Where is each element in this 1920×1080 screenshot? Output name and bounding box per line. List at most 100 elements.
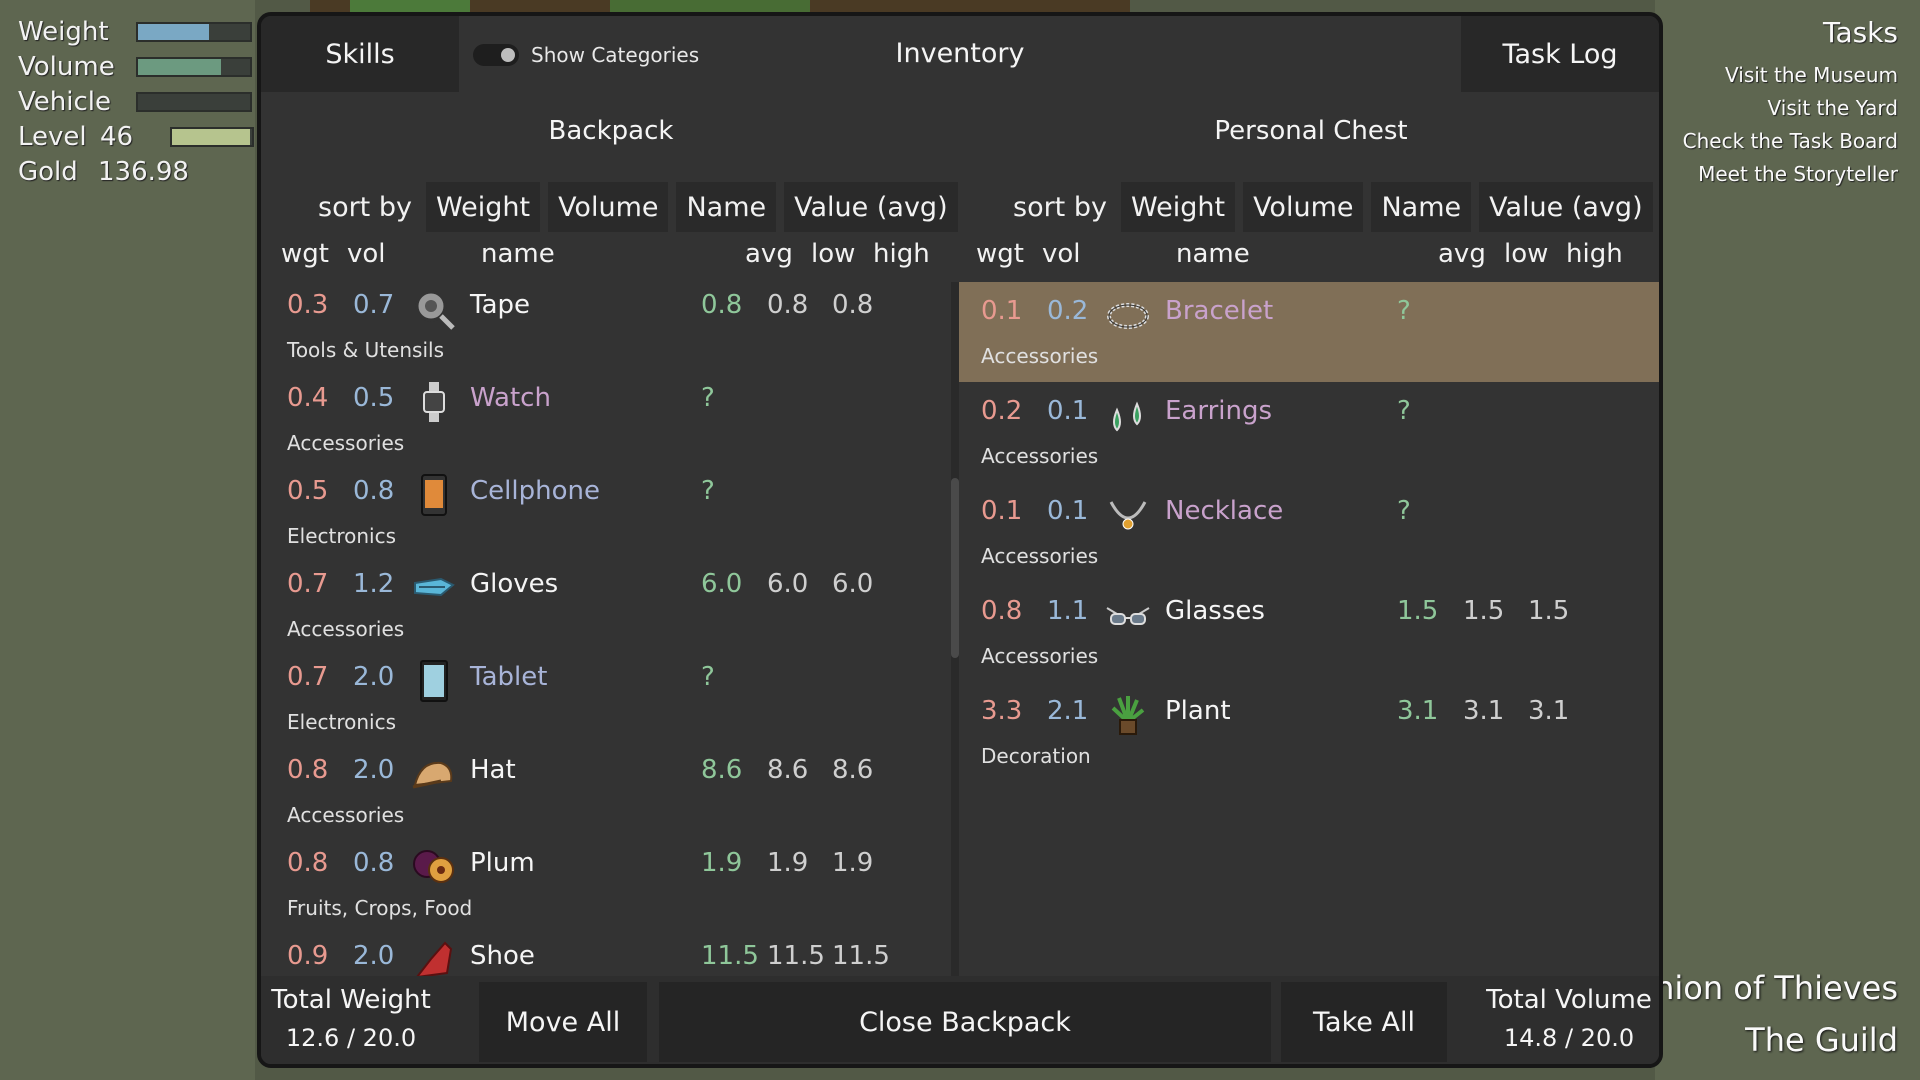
- sort-weight-button[interactable]: Weight: [425, 182, 541, 232]
- item-category: Fruits, Crops, Food: [287, 896, 473, 920]
- hud-gold-value: 136.98: [98, 156, 189, 187]
- panel-title: Inventory: [895, 38, 1025, 69]
- item-name: Earrings: [1165, 396, 1273, 426]
- item-category: Accessories: [287, 431, 405, 455]
- chest-column-headers: wgt vol name avg low high: [976, 239, 1656, 273]
- item-row[interactable]: 0.2 0.1 Earrings? Accessories: [959, 382, 1659, 482]
- item-name: Gloves: [470, 569, 559, 599]
- item-name: Hat: [470, 755, 516, 785]
- item-weight: 0.4: [287, 383, 329, 413]
- header-wgt: wgt: [976, 239, 1024, 269]
- item-volume: 2.0: [353, 941, 395, 971]
- item-volume: 2.0: [353, 755, 395, 785]
- item-row[interactable]: 0.1 0.2 Bracelet? Accessories: [959, 282, 1659, 382]
- take-all-button[interactable]: Take All: [1281, 982, 1447, 1062]
- header-name: name: [1176, 239, 1250, 269]
- item-row[interactable]: 0.8 0.8 Plum 1.9 1.9 1.9 Fruits, Crops, Food: [261, 840, 951, 933]
- item-value-avg: 1.9: [701, 848, 743, 878]
- sort-weight-button[interactable]: Weight: [1120, 182, 1236, 232]
- header-low: low: [1504, 239, 1549, 269]
- task-log-tab[interactable]: Task Log: [1461, 16, 1659, 92]
- tablet-icon: [411, 658, 457, 704]
- item-row[interactable]: 0.8 2.0 Hat 8.6 8.6 8.6 Accessories: [261, 747, 951, 840]
- item-value-low: 0.8: [767, 290, 809, 320]
- item-row[interactable]: 0.4 0.5 Watch? Accessories: [261, 375, 951, 468]
- item-value-avg: ?: [701, 662, 715, 692]
- sort-volume-button[interactable]: Volume: [548, 182, 669, 232]
- task-item[interactable]: Check the Task Board: [1683, 125, 1898, 158]
- item-value-avg: 0.8: [701, 290, 743, 320]
- task-item[interactable]: Visit the Museum: [1683, 59, 1898, 92]
- item-value-low: 11.5: [767, 941, 825, 971]
- scrollbar-thumb[interactable]: [951, 478, 959, 658]
- item-category: Decoration: [981, 744, 1091, 768]
- item-volume: 1.1: [1047, 596, 1089, 626]
- task-item[interactable]: Visit the Yard: [1683, 92, 1898, 125]
- item-category: Tools & Utensils: [287, 338, 444, 362]
- item-weight: 0.8: [287, 848, 329, 878]
- item-name: Tape: [470, 290, 531, 320]
- item-category: Electronics: [287, 524, 397, 548]
- item-row[interactable]: 0.7 2.0 Tablet? Electronics: [261, 654, 951, 747]
- close-backpack-button[interactable]: Close Backpack: [659, 982, 1271, 1062]
- backpack-scrollbar[interactable]: [951, 282, 959, 985]
- header-high: high: [1566, 239, 1623, 269]
- item-weight: 0.5: [287, 476, 329, 506]
- header-vol: vol: [1042, 239, 1081, 269]
- hud-level-label: Level: [18, 121, 87, 152]
- sort-value-button[interactable]: Value (avg): [784, 182, 958, 232]
- item-category: Accessories: [981, 544, 1099, 568]
- item-name: Glasses: [1165, 596, 1265, 626]
- hud-gold: Gold 136.98: [18, 154, 258, 189]
- hud-gold-label: Gold: [18, 156, 78, 187]
- move-all-button[interactable]: Move All: [479, 982, 647, 1062]
- sort-volume-button[interactable]: Volume: [1243, 182, 1364, 232]
- chest-item-list[interactable]: 0.1 0.2 Bracelet? Accessories 0.2 0.1 Earrings…: [959, 282, 1659, 985]
- plum-icon: [411, 844, 457, 890]
- volume-bar: [136, 56, 252, 77]
- item-volume: 1.2: [353, 569, 395, 599]
- item-value-high: 1.9: [832, 848, 874, 878]
- item-category: Accessories: [981, 444, 1099, 468]
- item-row[interactable]: 0.1 0.1 Necklace? Accessories: [959, 482, 1659, 582]
- item-row[interactable]: 0.5 0.8 Cellphone? Electronics: [261, 468, 951, 561]
- sort-name-button[interactable]: Name: [1371, 182, 1472, 232]
- total-volume-value: 14.8 / 20.0: [1503, 1024, 1635, 1052]
- item-row[interactable]: 0.8 1.1 Glasses 1.5 1.5 1.5 Accessories: [959, 582, 1659, 682]
- hat-icon: [411, 751, 457, 797]
- item-value-avg: 11.5: [701, 941, 759, 971]
- hud-volume: Volume: [18, 49, 258, 84]
- header-avg: avg: [745, 239, 793, 269]
- item-name: Tablet: [470, 662, 548, 692]
- backpack-item-list[interactable]: 0.3 0.7 Tape 0.8 0.8 0.8 Tools & Utensils 0.4 0.…: [261, 282, 951, 985]
- item-row[interactable]: 3.3 2.1 Plant 3.1 3.1 3.1 Decoration: [959, 682, 1659, 782]
- earrings-icon: [1105, 392, 1151, 438]
- hud-weight: Weight: [18, 14, 258, 49]
- guild-name: The Guild: [1745, 1021, 1898, 1059]
- item-value-avg: 1.5: [1397, 596, 1439, 626]
- item-weight: 0.9: [287, 941, 329, 971]
- task-item[interactable]: Meet the Storyteller: [1683, 158, 1898, 191]
- item-volume: 0.5: [353, 383, 395, 413]
- inventory-panel: Skills Show Categories Inventory Task Lo…: [257, 12, 1663, 1068]
- player-hud: Weight Volume Vehicle Level 46 Gold 136.…: [18, 14, 258, 189]
- sort-value-button[interactable]: Value (avg): [1479, 182, 1653, 232]
- item-row[interactable]: 0.7 1.2 Gloves 6.0 6.0 6.0 Accessories: [261, 561, 951, 654]
- hud-level-value: 46: [100, 121, 134, 152]
- item-weight: 0.1: [981, 296, 1023, 326]
- gloves-icon: [411, 565, 457, 611]
- item-weight: 0.3: [287, 290, 329, 320]
- item-value-avg: ?: [701, 476, 715, 506]
- header-avg: avg: [1438, 239, 1486, 269]
- sort-name-button[interactable]: Name: [676, 182, 777, 232]
- item-row[interactable]: 0.3 0.7 Tape 0.8 0.8 0.8 Tools & Utensils: [261, 282, 951, 375]
- item-weight: 0.7: [287, 569, 329, 599]
- total-weight: Total Weight 12.6 / 20.0: [261, 980, 441, 1056]
- item-value-low: 6.0: [767, 569, 809, 599]
- item-value-low: 8.6: [767, 755, 809, 785]
- header-vol: vol: [347, 239, 386, 269]
- bracelet-icon: [1105, 292, 1151, 338]
- item-value-avg: ?: [1397, 296, 1411, 326]
- item-value-avg: ?: [1397, 396, 1411, 426]
- weight-bar: [136, 21, 252, 42]
